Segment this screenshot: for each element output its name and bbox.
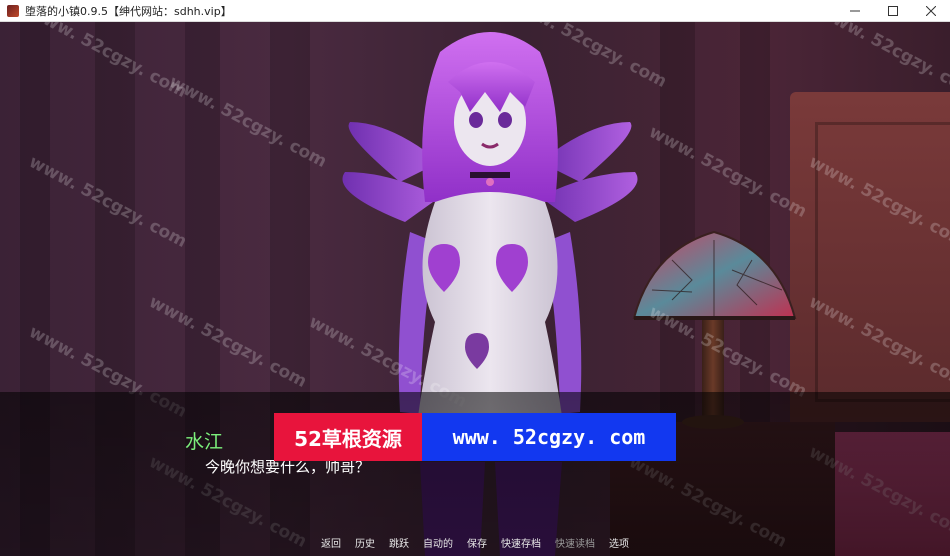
- speaker-name: 水江: [185, 431, 224, 453]
- site-banner-left: 52草根资源: [274, 413, 422, 461]
- quick-menu-history[interactable]: 历史: [348, 535, 382, 553]
- quick-menu-quick-save[interactable]: 快速存档: [494, 535, 548, 553]
- quick-menu-quick-load[interactable]: 快速读档: [548, 535, 602, 553]
- quick-menu: 返回 历史 跳跃 自动的 保存 快速存档 快速读档 选项: [0, 535, 950, 553]
- tiffany-lamp-shade: [632, 230, 797, 320]
- headboard-panel: [815, 122, 950, 402]
- quick-menu-skip[interactable]: 跳跃: [382, 535, 416, 553]
- window-title-bar: 堕落的小镇0.9.5【绅代网站：sdhh.vip】: [0, 0, 950, 22]
- quick-menu-save[interactable]: 保存: [460, 535, 494, 553]
- close-icon[interactable]: [912, 0, 950, 22]
- game-app-icon: [7, 4, 19, 17]
- site-banner-right: www. 52cgzy. com: [422, 413, 676, 461]
- window-title: 堕落的小镇0.9.5【绅代网站：sdhh.vip】: [25, 4, 232, 18]
- quick-menu-auto[interactable]: 自动的: [416, 535, 460, 553]
- watermark-text: www. 52cgzy. com: [815, 22, 950, 103]
- window-controls: [836, 0, 950, 22]
- quick-menu-preferences[interactable]: 选项: [602, 535, 636, 553]
- maximize-icon[interactable]: [874, 0, 912, 22]
- quick-menu-back[interactable]: 返回: [314, 535, 348, 553]
- minimize-icon[interactable]: [836, 0, 874, 22]
